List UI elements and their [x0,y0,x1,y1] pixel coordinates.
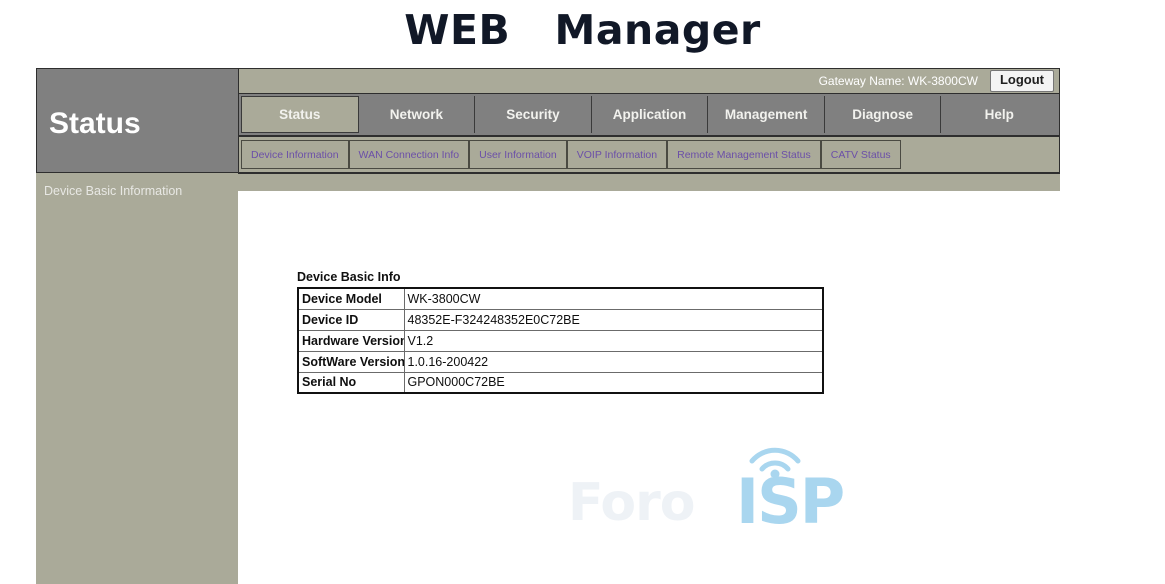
page-title: WEB Manager [404,6,761,54]
device-basic-info-section: Device Basic Info Device Model WK-3800CW… [297,270,824,394]
tab-status[interactable]: Status [241,96,359,133]
row-value-device-id: 48352E-F324248352E0C72BE [403,308,823,331]
table-row: Hardware Version V1.2 [298,329,823,352]
subtab-remote-management-status[interactable]: Remote Management Status [667,140,821,169]
watermark: Foro ISP [568,439,928,538]
subtab-user-information[interactable]: User Information [469,140,567,169]
sub-navigation-filler [900,140,1057,169]
wifi-icon [749,447,801,477]
row-label-serial-no: Serial No [298,371,405,393]
gateway-name-label: Gateway Name: WK-3800CW [818,74,978,88]
sidebar-item-device-basic-information[interactable]: Device Basic Information [44,184,182,198]
table-row: Device ID 48352E-F324248352E0C72BE [298,308,823,331]
row-label-device-model: Device Model [298,288,405,310]
table-caption: Device Basic Info [297,270,401,284]
row-value-serial-no: GPON000C72BE [403,371,823,393]
subtab-catv-status[interactable]: CATV Status [820,140,901,169]
content-pane: Foro ISP Device Basic Info Device Model … [238,191,1060,584]
section-header-status: Status [36,68,238,173]
tab-help[interactable]: Help [941,96,1058,133]
divider-strip [238,173,1060,191]
logout-button[interactable]: Logout [989,70,1054,92]
table-row: SoftWare Version 1.0.16-200422 [298,350,823,373]
tab-diagnose[interactable]: Diagnose [824,96,942,133]
app-root: WEB Manager Status Device Basic Informat… [0,0,1165,584]
table-row: Serial No GPON000C72BE [298,371,823,393]
topbar: Gateway Name: WK-3800CW Logout [238,68,1060,93]
device-basic-info-table: Device Model WK-3800CW Device ID 48352E-… [297,287,824,394]
table-row: Device Model WK-3800CW [298,288,823,310]
left-column: Status Device Basic Information [36,68,238,584]
main-column: Gateway Name: WK-3800CW Logout Status Ne… [238,68,1060,584]
section-header-status-label: Status [49,107,141,140]
watermark-isp-text: ISP [736,465,845,538]
row-label-hardware-version: Hardware Version [298,329,405,352]
sub-navigation: Device Information WAN Connection Info U… [238,136,1060,173]
tab-application[interactable]: Application [591,96,709,133]
row-value-software-version: 1.0.16-200422 [403,350,823,373]
row-label-software-version: SoftWare Version [298,350,405,373]
watermark-foro-text: Foro [568,473,696,533]
tab-management[interactable]: Management [708,96,825,133]
tab-security[interactable]: Security [475,96,592,133]
subtab-voip-information[interactable]: VOIP Information [566,140,668,169]
tab-network[interactable]: Network [358,96,476,133]
row-value-hardware-version: V1.2 [403,329,823,352]
subtab-wan-connection-info[interactable]: WAN Connection Info [348,140,470,169]
sidebar [36,173,238,584]
row-value-device-model: WK-3800CW [403,288,823,310]
main-navigation: Status Network Security Application Mana… [238,93,1060,136]
subtab-device-information[interactable]: Device Information [241,140,349,169]
row-label-device-id: Device ID [298,308,405,331]
